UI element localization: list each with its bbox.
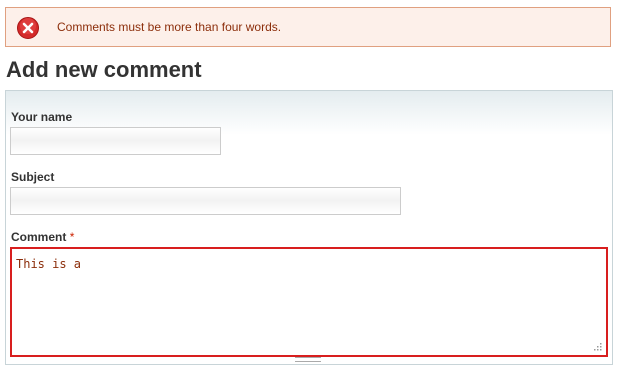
resize-grip-icon[interactable]	[594, 343, 602, 351]
name-input[interactable]	[10, 127, 221, 155]
required-marker: *	[69, 230, 75, 244]
subject-input[interactable]	[10, 187, 401, 215]
comment-label: Comment *	[11, 230, 74, 244]
subject-label: Subject	[11, 170, 55, 184]
textarea-resize-bar[interactable]	[295, 357, 321, 362]
comment-label-text: Comment	[11, 230, 67, 244]
error-message-box: Comments must be more than four words.	[5, 7, 611, 47]
comment-textarea[interactable]: This is a	[10, 247, 608, 357]
page-title: Add new comment	[6, 57, 202, 82]
error-message-text: Comments must be more than four words.	[57, 20, 282, 34]
name-label: Your name	[11, 110, 73, 124]
comment-textarea-value: This is a	[16, 257, 82, 271]
error-icon	[17, 17, 39, 39]
